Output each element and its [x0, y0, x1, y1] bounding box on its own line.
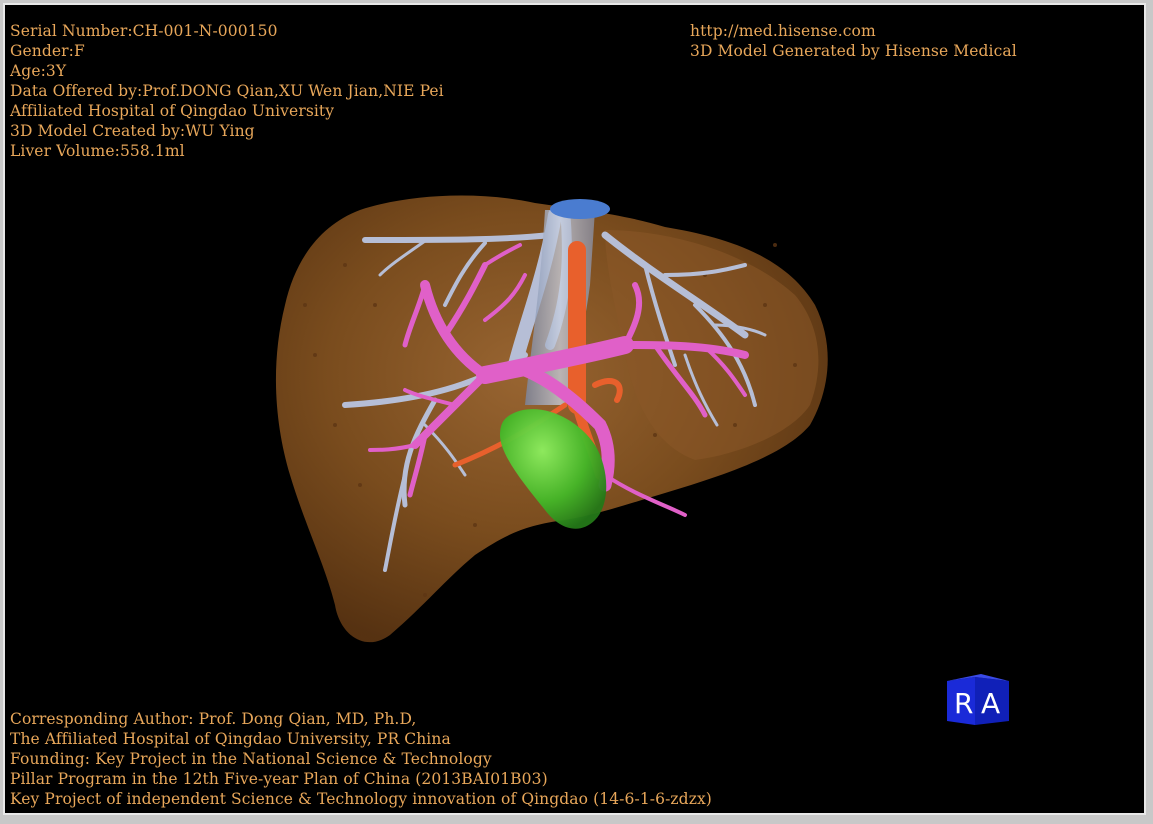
vendor-info-panel: http://med.hisense.com 3D Model Generate… — [690, 21, 1017, 61]
model-created-by: 3D Model Created by:WU Ying — [10, 122, 255, 140]
liver-volume: Liver Volume:558.1ml — [10, 142, 185, 160]
corresponding-author: Corresponding Author: Prof. Dong Qian, M… — [10, 710, 417, 728]
program-line: Pillar Program in the 12th Five-year Pla… — [10, 770, 548, 788]
serial-number: Serial Number:CH-001-N-000150 — [10, 22, 278, 40]
patient-info-panel: Serial Number:CH-001-N-000150 Gender:F A… — [10, 21, 444, 161]
ivc-top-cap — [550, 199, 610, 219]
render-viewport[interactable]: Serial Number:CH-001-N-000150 Gender:F A… — [3, 3, 1146, 815]
orientation-cube-icon[interactable]: R A — [945, 671, 1011, 727]
credits-panel: Corresponding Author: Prof. Dong Qian, M… — [10, 709, 712, 809]
generated-by: 3D Model Generated by Hisense Medical — [690, 42, 1017, 60]
author-affiliation: The Affiliated Hospital of Qingdao Unive… — [10, 730, 451, 748]
founding-line: Founding: Key Project in the National Sc… — [10, 750, 492, 768]
gender: Gender:F — [10, 42, 85, 60]
cube-label-a: A — [981, 687, 1000, 720]
hospital-name: Affiliated Hospital of Qingdao Universit… — [10, 102, 335, 120]
vendor-url: http://med.hisense.com — [690, 22, 876, 40]
cube-label-r: R — [954, 687, 973, 720]
key-project-line: Key Project of independent Science & Tec… — [10, 790, 712, 808]
data-offered-by: Data Offered by:Prof.DONG Qian,XU Wen Ji… — [10, 82, 444, 100]
age: Age:3Y — [10, 62, 67, 80]
